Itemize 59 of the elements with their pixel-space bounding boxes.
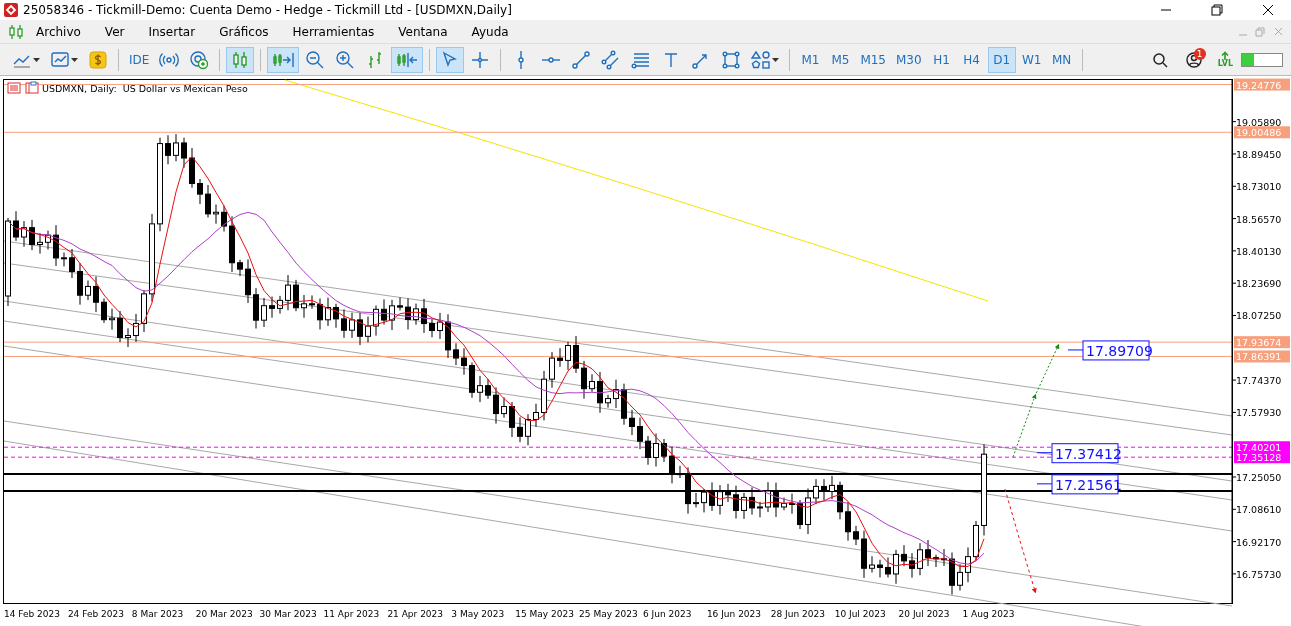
price-axis-label: 16.92170	[1236, 536, 1282, 548]
timeframe-button[interactable]: D1	[987, 46, 1016, 73]
price-axis-label: 17.57930	[1236, 407, 1282, 419]
date-axis-label: 28 Jun 2023	[770, 609, 825, 619]
lvl-label: LVL	[1217, 60, 1233, 69]
price-axis-label: 16.75730	[1236, 568, 1282, 580]
menu-item[interactable]: Ver	[92, 24, 137, 39]
menu-item[interactable]: Ventana	[386, 24, 460, 39]
menu-item[interactable]: Gráficos	[207, 24, 281, 39]
date-axis-label: 10 Jul 2023	[834, 609, 886, 619]
date-axis-label: 11 Apr 2023	[323, 609, 380, 619]
price-tag-label: 17.86391	[1236, 351, 1282, 363]
timeframe-button[interactable]: M15	[856, 46, 890, 73]
timeframe-button[interactable]: M1	[796, 46, 825, 73]
price-axis-label: 19.05890	[1236, 116, 1282, 128]
date-axis-label: 14 Feb 2023	[4, 609, 60, 619]
menu-item[interactable]: Insertar	[136, 24, 208, 39]
price-axis-label: 18.89450	[1236, 148, 1282, 160]
date-axis-label: 21 Apr 2023	[387, 609, 444, 619]
date-axis-label: 20 Jul 2023	[898, 609, 950, 619]
date-axis-label: 30 Mar 2023	[259, 609, 317, 619]
notification-badge: 1	[1193, 47, 1206, 60]
price-axis-label: 18.56570	[1236, 213, 1282, 225]
date-axis-label: 15 May 2023	[515, 609, 574, 619]
chart-title: USDMXN, Daily: US Dollar vs Mexican Peso	[42, 83, 248, 94]
ide-button[interactable]: IDE	[125, 46, 154, 73]
date-axis-label: 20 Mar 2023	[195, 609, 253, 619]
price-tag-label: 17.93674	[1236, 337, 1282, 349]
price-tag-label: 19.00486	[1236, 127, 1282, 139]
date-axis-label: 3 May 2023	[451, 609, 505, 619]
date-axis-label: 25 May 2023	[579, 609, 638, 619]
menu-item[interactable]: Archivo	[24, 24, 93, 39]
price-tag-label: 17.35128	[1236, 452, 1282, 464]
price-tag-label: 17.40201	[1236, 442, 1282, 454]
price-label: 17.37412	[1051, 443, 1122, 464]
timeframe-button[interactable]: M5	[826, 46, 855, 73]
timeframe-button[interactable]: H1	[927, 46, 956, 73]
timeframe-button[interactable]: MN	[1047, 46, 1076, 73]
date-axis-label: 8 Mar 2023	[131, 609, 184, 619]
price-axis-label: 17.74370	[1236, 375, 1282, 387]
price-label: 17.89709	[1082, 340, 1153, 361]
window-title: 25058346 - Tickmill-Demo: Cuenta Demo - Hedge - Tickmill Ltd - [USDMXN,Daily]	[23, 2, 513, 17]
date-axis-label: 16 Jun 2023	[706, 609, 762, 619]
date-axis-label: 6 Jun 2023	[643, 609, 692, 619]
timeframe-button[interactable]: H4	[957, 46, 986, 73]
price-axis-label: 18.23690	[1236, 278, 1282, 290]
price-label: 17.21561	[1051, 474, 1122, 495]
price-tag-label: 19.24776	[1236, 79, 1282, 91]
price-axis-label: 17.08610	[1236, 504, 1282, 516]
timeframe-button[interactable]: M30	[892, 46, 926, 73]
price-axis-label: 18.40130	[1236, 245, 1282, 257]
timeframe-button[interactable]: W1	[1017, 46, 1046, 73]
menu-item[interactable]: Ayuda	[459, 24, 521, 39]
price-axis-label: 17.25050	[1236, 472, 1282, 483]
date-axis-label: 1 Aug 2023	[962, 609, 1015, 619]
price-axis-label: 18.73010	[1236, 181, 1282, 193]
price-axis-label: 18.07250	[1236, 310, 1282, 322]
menu-item[interactable]: Herramientas	[280, 24, 387, 39]
date-axis-label: 24 Feb 2023	[67, 609, 124, 619]
